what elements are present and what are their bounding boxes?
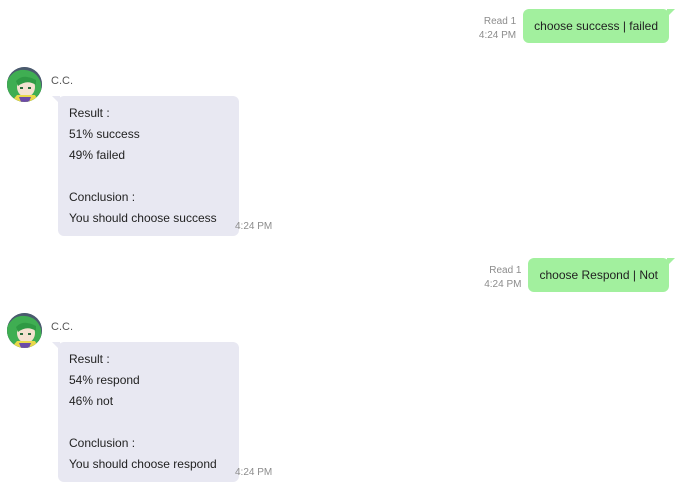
message-meta: Read 1 4:24 PM xyxy=(484,264,521,292)
incoming-bubble[interactable]: Result : 54% respond 46% not Conclusion … xyxy=(52,342,239,482)
message-time: 4:24 PM xyxy=(484,279,522,290)
bubble-line xyxy=(69,412,239,433)
bubble-line: 51% success xyxy=(69,127,140,141)
outgoing-bubble[interactable]: choose Respond | Not xyxy=(528,258,675,292)
outgoing-message: Read 1 4:24 PM choose success | failed xyxy=(479,9,675,43)
bubble-line: 49% failed xyxy=(69,148,126,162)
avatar-image xyxy=(7,313,42,348)
bubble-line: Conclusion : xyxy=(69,436,136,450)
bubble-line: 54% respond xyxy=(69,373,140,387)
bubble-line xyxy=(69,166,239,187)
read-receipt: Read 1 xyxy=(489,265,522,276)
read-receipt: Read 1 xyxy=(483,16,517,27)
avatar[interactable] xyxy=(7,313,42,348)
avatar-image xyxy=(7,67,42,102)
outgoing-message: Read 1 4:24 PM choose Respond | Not xyxy=(484,258,675,292)
avatar[interactable] xyxy=(7,67,42,102)
incoming-bubble[interactable]: Result : 51% success 49% failed Conclusi… xyxy=(52,96,239,236)
message-time: 4:24 PM xyxy=(478,30,517,41)
outgoing-bubble[interactable]: choose success | failed xyxy=(523,9,675,43)
chat-log: Read 1 4:24 PM choose success | failed C… xyxy=(0,0,679,499)
message-time: 4:24 PM xyxy=(235,467,273,478)
bubble-line: Conclusion : xyxy=(69,190,136,204)
message-time: 4:24 PM xyxy=(235,221,273,232)
sender-name: C.C. xyxy=(51,321,73,333)
sender-name: C.C. xyxy=(51,75,73,87)
bubble-line: You should choose respond xyxy=(69,457,217,471)
bubble-line: 46% not xyxy=(69,394,114,408)
bubble-line: You should choose success xyxy=(69,211,217,225)
message-meta: Read 1 4:24 PM xyxy=(479,15,516,43)
bubble-line: Result : xyxy=(69,352,110,366)
bubble-line: Result : xyxy=(69,106,110,120)
